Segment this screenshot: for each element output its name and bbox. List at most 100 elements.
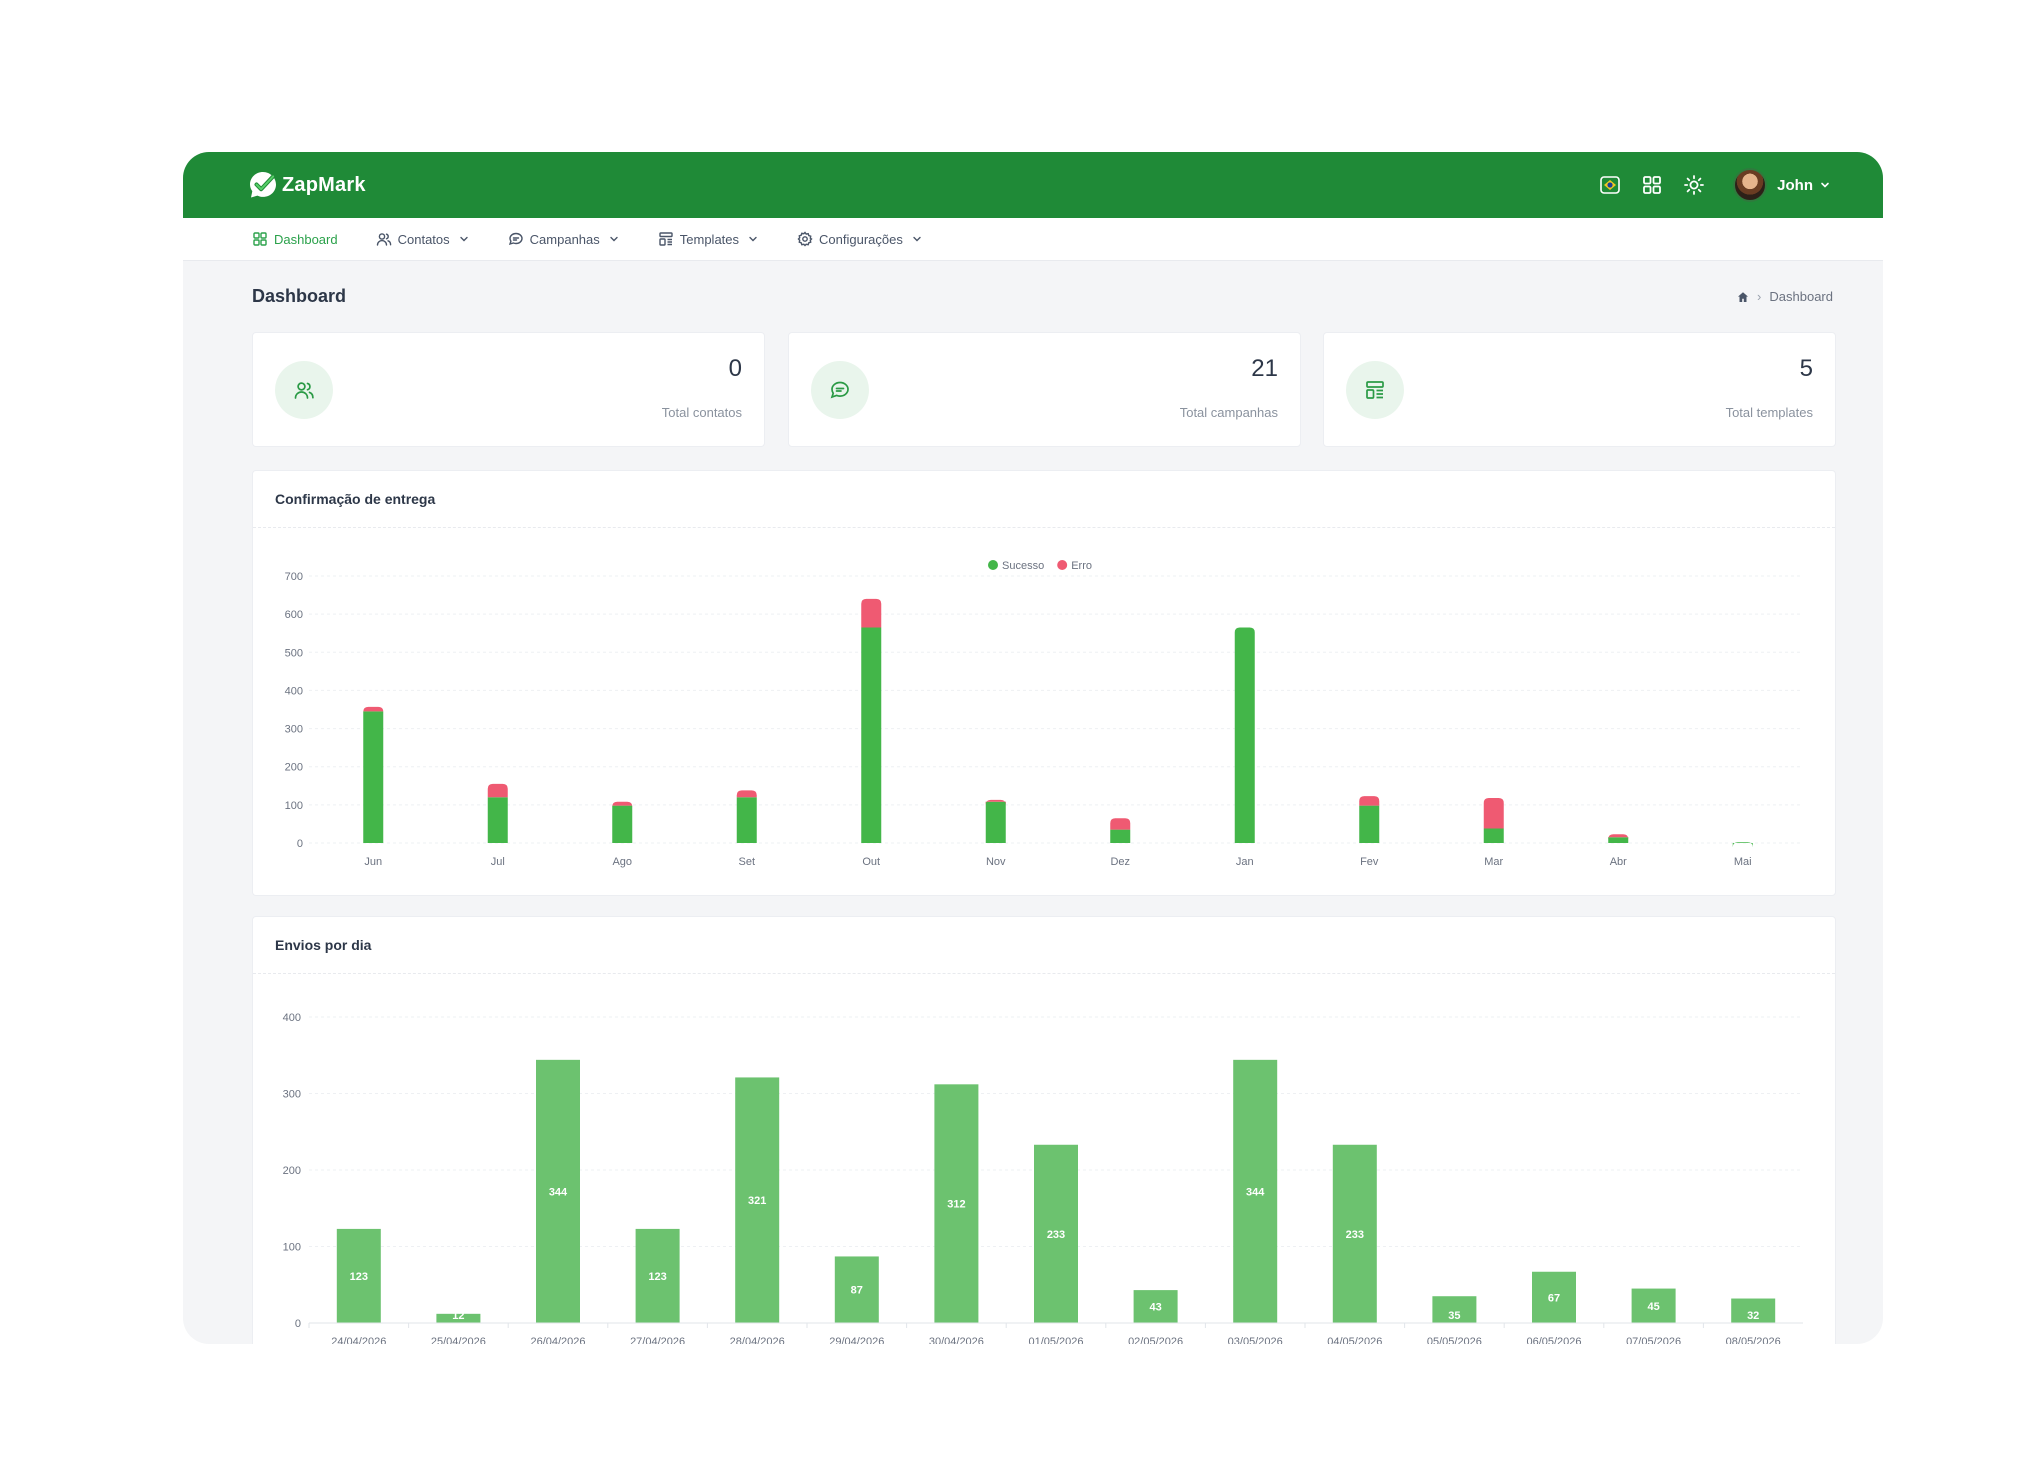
nav-campanhas[interactable]: Campanhas [508, 231, 620, 247]
legend-marker [1057, 560, 1068, 570]
legend-label[interactable]: Erro [1071, 560, 1092, 572]
y-tick-label: 0 [297, 838, 303, 850]
x-tick-label: 04/05/2026 [1327, 1336, 1382, 1344]
x-tick-label: Nov [986, 856, 1006, 868]
legend-label[interactable]: Sucesso [1002, 560, 1044, 572]
language-button[interactable] [1597, 172, 1623, 198]
nav-contatos[interactable]: Contatos [376, 231, 470, 247]
x-tick-label: Abr [1610, 856, 1627, 868]
x-tick-label: Set [738, 856, 755, 868]
stat-label: Total contatos [661, 405, 742, 420]
x-tick-label: 05/05/2026 [1427, 1336, 1482, 1344]
nav-contatos-label: Contatos [397, 231, 450, 247]
stat-icon-wrapper [275, 361, 333, 419]
app-window: ZapMark John Dashboard Contatos Campanha… [183, 152, 1883, 1344]
bar-sucesso[interactable] [1110, 829, 1131, 843]
y-tick-label: 200 [285, 762, 303, 774]
x-tick-label: Fev [1360, 856, 1379, 868]
bar-sucesso[interactable] [1732, 842, 1753, 848]
bar-sucesso[interactable] [487, 797, 508, 843]
app-name: ZapMark [282, 173, 366, 196]
nav-templates[interactable]: Templates [658, 231, 759, 247]
x-tick-label: 08/05/2026 [1726, 1336, 1781, 1344]
bar-erro[interactable] [487, 783, 508, 798]
apps-button[interactable] [1639, 172, 1665, 198]
data-label: 45 [1647, 1301, 1659, 1313]
bar-sucesso[interactable] [1234, 627, 1255, 843]
x-tick-label: 25/04/2026 [431, 1336, 486, 1344]
avatar [1733, 168, 1768, 202]
delivery-chart: 0 100 200 300 400 500 600 700 Sucesso Erro Jun Jul A… [285, 560, 1803, 868]
data-label: 32 [1747, 1310, 1759, 1322]
x-tick-label: 27/04/2026 [630, 1336, 685, 1344]
breadcrumb-separator: › [1757, 289, 1762, 304]
y-tick-label: 100 [285, 800, 303, 812]
bar-sucesso[interactable] [363, 711, 384, 843]
bar-erro[interactable] [861, 598, 882, 628]
stat-icon-wrapper [1346, 361, 1404, 419]
bar-erro[interactable] [1110, 818, 1131, 830]
chevron-down-icon [459, 236, 468, 242]
main-nav: Dashboard Contatos Campanhas Templates C… [183, 218, 1883, 261]
data-label: 67 [1548, 1292, 1560, 1304]
chevron-down-icon [1821, 182, 1829, 188]
x-tick-label: 01/05/2026 [1028, 1336, 1083, 1344]
data-label: 87 [851, 1285, 863, 1297]
legend-marker [988, 560, 998, 570]
y-tick-label: 0 [295, 1318, 301, 1330]
stat-value: 21 [1251, 355, 1278, 382]
bar-sucesso[interactable] [1483, 828, 1504, 843]
stat-label: Total templates [1725, 405, 1813, 420]
bar-erro[interactable] [1359, 796, 1380, 806]
app-logo[interactable]: ZapMark [247, 169, 366, 201]
template-icon [1366, 381, 1384, 399]
nav-dashboard-label: Dashboard [274, 231, 338, 247]
x-tick-label: 07/05/2026 [1626, 1336, 1681, 1344]
data-label: 123 [648, 1271, 666, 1283]
x-tick-label: Mar [1484, 856, 1503, 868]
x-tick-label: 06/05/2026 [1526, 1336, 1581, 1344]
bar-erro[interactable] [736, 790, 757, 798]
nav-configuracoes[interactable]: Configurações [797, 231, 923, 247]
data-label: 344 [1246, 1186, 1265, 1198]
bar-sucesso[interactable] [985, 801, 1006, 843]
data-label: 35 [1448, 1310, 1460, 1322]
stat-label: Total campanhas [1179, 405, 1278, 420]
stat-icon-wrapper [811, 361, 869, 419]
x-tick-label: Jan [1236, 856, 1254, 868]
nav-templates-label: Templates [679, 231, 740, 247]
delivery-chart-card: Confirmação de entrega 0 100 200 300 400 500 6… [252, 470, 1836, 896]
chart-legend: Sucesso Erro [988, 560, 1092, 572]
x-tick-label: 03/05/2026 [1228, 1336, 1283, 1344]
nav-dashboard[interactable]: Dashboard [252, 231, 338, 247]
x-tick-label: Mai [1734, 856, 1752, 868]
users-icon [376, 233, 391, 246]
theme-toggle-button[interactable] [1681, 172, 1707, 198]
bar-erro[interactable] [1483, 797, 1504, 829]
page-title: Dashboard [252, 286, 347, 306]
home-icon[interactable] [1737, 291, 1749, 303]
chevron-down-icon [610, 236, 618, 242]
bar-sucesso[interactable] [861, 627, 882, 843]
data-label: 43 [1149, 1302, 1161, 1314]
user-menu[interactable]: John [1733, 168, 1831, 202]
bar-sucesso[interactable] [1608, 837, 1629, 843]
bar-erro[interactable] [363, 706, 384, 712]
sun-icon [1684, 175, 1705, 195]
breadcrumb-current: Dashboard [1769, 289, 1833, 304]
bar-sucesso[interactable] [1359, 805, 1380, 843]
x-tick-label: Jun [364, 856, 382, 868]
bar-sucesso[interactable] [736, 797, 757, 843]
x-tick-label: Dez [1110, 856, 1130, 868]
template-icon [659, 232, 673, 246]
x-tick-label: Jul [491, 856, 505, 868]
divider [253, 973, 1835, 974]
daily-sends-chart: 0 100 200 300 400 123 24/04/2026 12 25/04/2026 34… [283, 1012, 1803, 1344]
dashboard-icon [253, 232, 267, 246]
bar-sucesso[interactable] [612, 805, 633, 843]
grid-icon [1643, 176, 1662, 194]
data-label: 344 [549, 1186, 568, 1198]
brazil-flag-icon [1600, 176, 1620, 194]
x-tick-label: Out [862, 856, 880, 868]
y-tick-label: 400 [285, 685, 303, 697]
